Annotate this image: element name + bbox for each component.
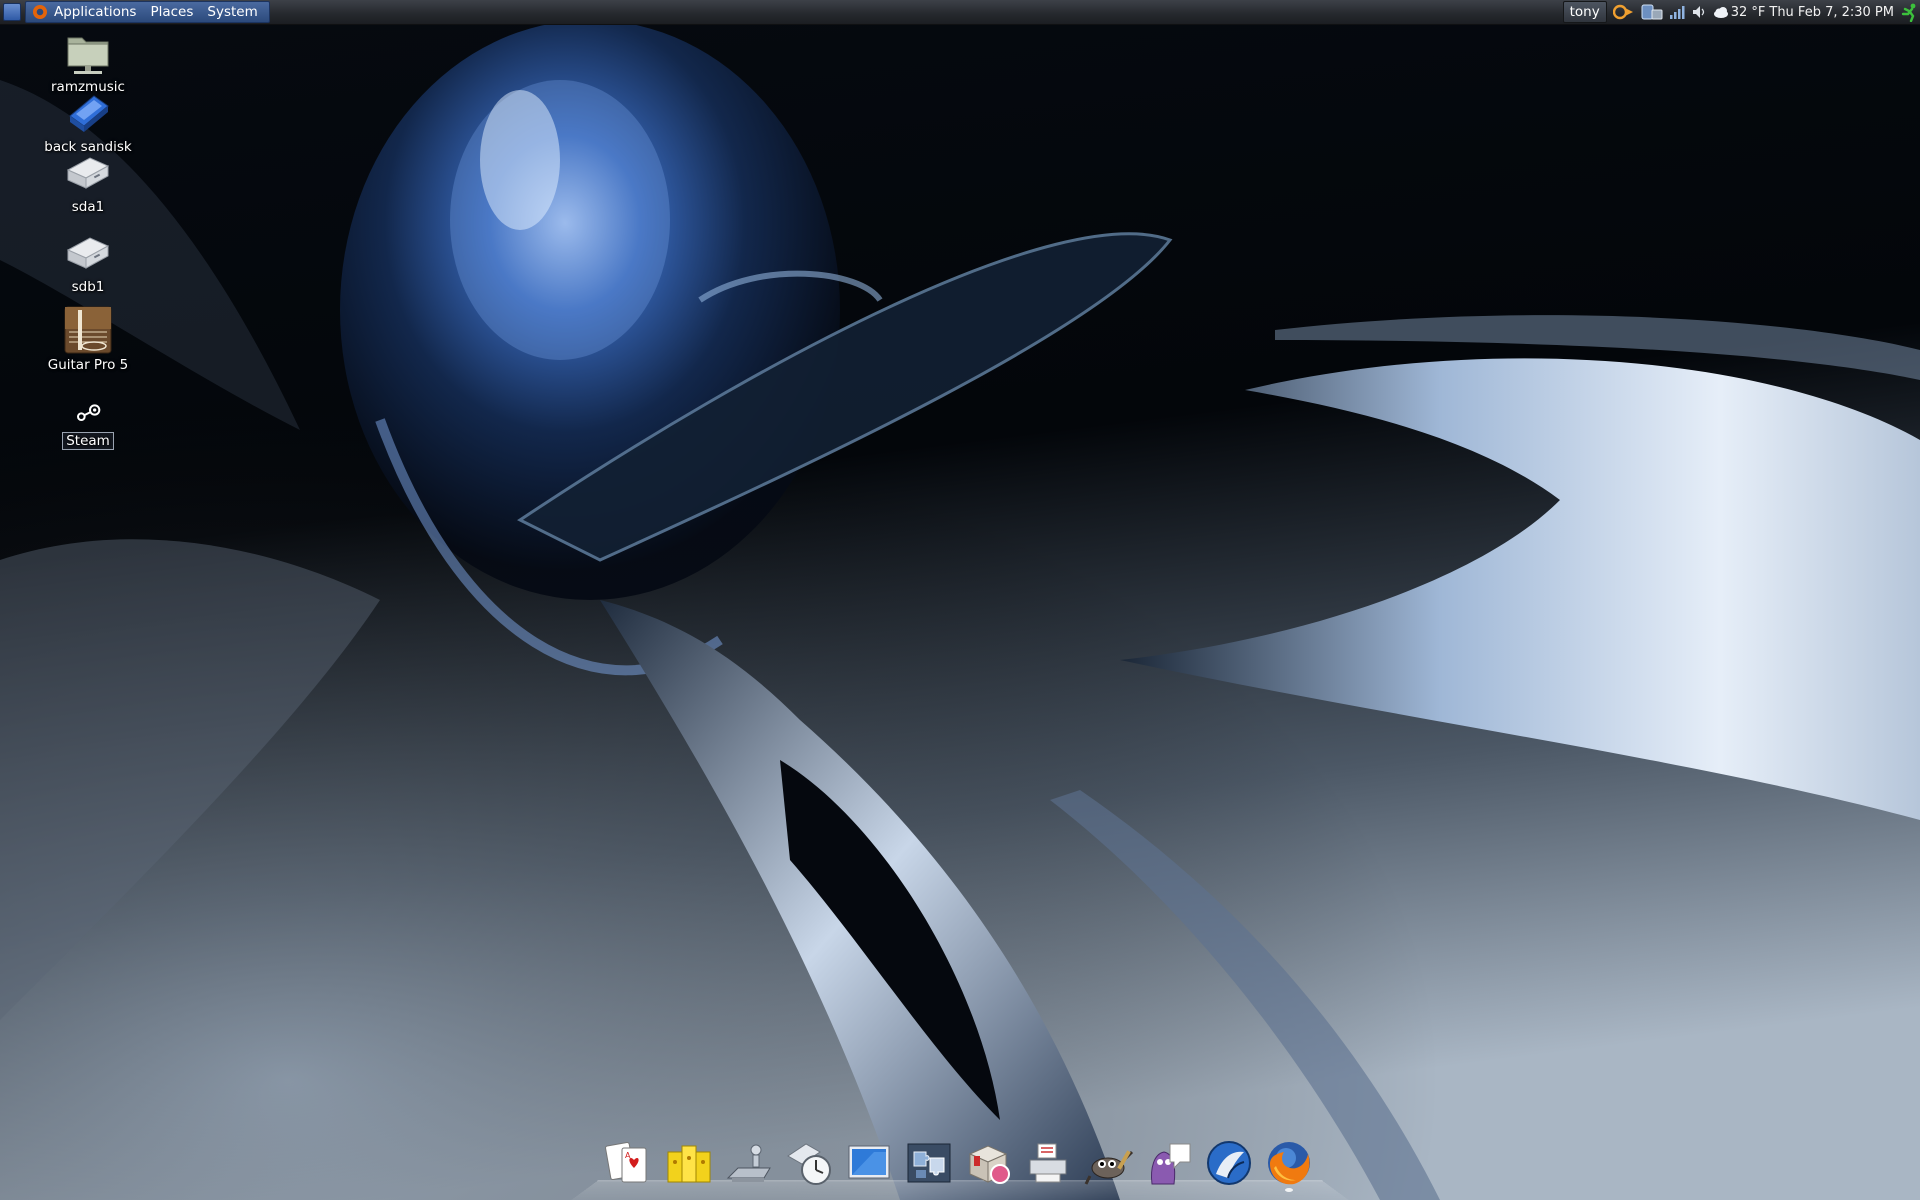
desktop-icon-label: sda1 [71,199,105,215]
guitar-pro-icon [64,306,112,354]
puzzle-icon [907,1143,951,1183]
desktop-icon-ramzmusic[interactable]: ramzmusic [28,28,148,95]
desktop-icon-sda1[interactable]: sda1 [28,148,148,215]
software-package-icon [968,1145,1010,1184]
printer-scanner-icon [1029,1143,1067,1183]
network-signal-icon[interactable] [1669,4,1685,20]
dock-item-firefox[interactable] [1264,1138,1314,1192]
ubuntu-logo-icon[interactable] [33,5,47,19]
weather-temperature[interactable]: 32 °F [1731,5,1766,20]
mahjongg-tiles-icon [667,1145,711,1183]
volume-icon[interactable] [1691,4,1707,20]
browser-globe-icon [1207,1141,1251,1185]
network-folder-icon [67,37,109,74]
top-panel: Applications Places System tony 32 °F Th… [0,0,1920,25]
dock-item-software[interactable] [964,1138,1014,1188]
steam-icon [77,404,101,421]
storage-applet-icon[interactable] [1641,4,1663,20]
dock-item-pidgin[interactable] [1144,1138,1194,1188]
menu-places[interactable]: Places [143,2,200,22]
dock-item-gimp[interactable] [1084,1138,1134,1188]
svg-text:A: A [625,1151,631,1160]
dock-item-desktop-screen[interactable] [844,1138,894,1188]
screen-desktop-icon [848,1145,890,1179]
hard-drive-icon [66,157,110,189]
gimp-icon [1084,1150,1134,1185]
desktop-icon-sdb1[interactable]: sdb1 [28,228,148,295]
pidgin-chat-icon [1151,1143,1191,1185]
desktop-icon-back-sandisk[interactable]: back sandisk [28,88,148,155]
usb-drive-icon [69,95,109,132]
dock-item-solitaire[interactable]: A [604,1138,654,1188]
dock-item-printer[interactable] [1024,1138,1074,1188]
show-desktop-icon[interactable] [3,3,21,21]
menu-applications[interactable]: Applications [47,2,143,22]
running-indicator [1285,1188,1293,1192]
weather-cloud-icon[interactable] [1713,4,1729,20]
dock-item-browser[interactable] [1204,1138,1254,1188]
dock-item-remote-desktop[interactable] [724,1138,774,1188]
firefox-icon [1268,1142,1310,1185]
main-menu-bar: Applications Places System [25,1,270,23]
desktop-icon-label: Guitar Pro 5 [47,357,129,373]
desktop-icon-label: Steam [62,432,114,450]
menu-system[interactable]: System [200,2,264,22]
desktop-icon-label: sdb1 [71,279,105,295]
quit-runner-icon[interactable] [1900,2,1920,22]
clock[interactable]: Thu Feb 7, 2:30 PM [1769,5,1894,20]
dock-item-mahjongg[interactable] [664,1138,714,1188]
dock-item-clock-mail[interactable] [784,1138,834,1188]
desktop-icon-guitar-pro-5[interactable]: Guitar Pro 5 [28,306,148,373]
clock-mail-icon [787,1143,831,1185]
dock-item-puzzle[interactable] [904,1138,954,1188]
desktop-wallpaper [0,0,1920,1200]
update-manager-icon[interactable] [1612,4,1635,20]
solitaire-cards-icon: A [605,1141,647,1183]
desktop-icon-steam[interactable]: Steam [28,398,148,450]
user-switcher-button[interactable]: tony [1562,1,1607,23]
remote-desktop-icon [726,1144,771,1182]
hard-drive-icon [66,237,110,269]
